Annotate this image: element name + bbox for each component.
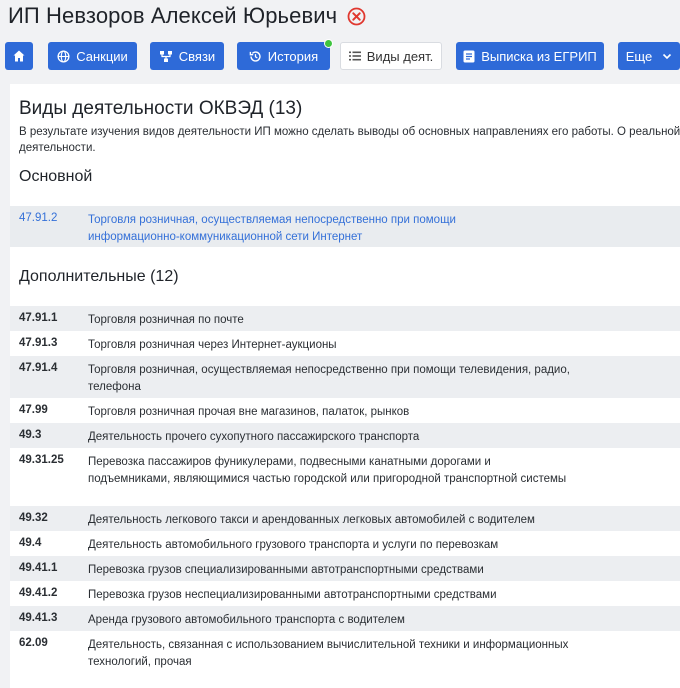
activity-code: 49.3 (19, 429, 42, 441)
activity-code: 47.91.1 (19, 312, 58, 324)
links-label: Связи (178, 48, 216, 64)
table-row: 47.91.3 Торговля розничная через Интерне… (10, 331, 680, 356)
activity-text: Торговля розничная по почте (88, 314, 244, 326)
history-button[interactable]: История (237, 39, 333, 70)
sitemap-icon (159, 50, 172, 62)
home-icon (13, 50, 25, 62)
activity-text: Перевозка грузов специализированными авт… (88, 564, 484, 576)
chevron-down-icon (663, 53, 672, 59)
history-label: История (267, 48, 319, 64)
main-activity-text[interactable]: Торговля розничная, осуществляемая непос… (88, 212, 528, 246)
activity-code: 47.91.4 (19, 362, 58, 374)
table-row: 49.31.25 Перевозка пассажиров фуникулера… (10, 448, 680, 506)
sanctions-button[interactable]: Санкции (48, 42, 137, 70)
close-icon[interactable] (347, 7, 366, 26)
activity-code: 49.4 (19, 537, 42, 549)
page-title: ИП Невзоров Алексей Юрьевич (8, 3, 338, 28)
more-dropdown[interactable]: Еще (618, 42, 680, 70)
activity-code: 49.41.2 (19, 587, 58, 599)
table-row: 49.4 Деятельность автомобильного грузово… (10, 531, 680, 556)
table-row: 62.09 Деятельность, связанная с использо… (10, 631, 680, 673)
activity-text: Деятельность, связанная с использованием… (88, 639, 569, 668)
activity-text: Перевозка пассажиров фуникулерами, подве… (88, 456, 567, 485)
links-button[interactable]: Связи (150, 42, 224, 70)
table-row: 49.41.1 Перевозка грузов специализирован… (10, 556, 680, 581)
globe-icon (57, 49, 70, 63)
main-activity-code[interactable]: 47.91.2 (19, 212, 57, 224)
extract-label: Выписка из ЕГРИП (481, 48, 597, 64)
activity-code: 49.41.1 (19, 562, 58, 574)
activity-code: 47.99 (19, 404, 48, 416)
activity-code: 49.32 (19, 512, 48, 524)
table-row: 47.91.4 Торговля розничная, осуществляем… (10, 356, 680, 398)
table-row: 47.99 Торговля розничная прочая вне мага… (10, 398, 680, 423)
activities-label: Виды деят. (366, 48, 434, 64)
main-activity-heading: Основной (19, 168, 93, 185)
table-row: 49.32 Деятельность легкового такси и аре… (10, 506, 680, 531)
activity-text: Аренда грузового автомобильного транспор… (88, 614, 405, 626)
activity-code: 49.31.25 (19, 454, 64, 466)
activity-text: Торговля розничная, осуществляемая непос… (88, 364, 570, 393)
page-header: ИП Невзоров Алексей Юрьевич (8, 2, 366, 30)
section-description: В результате изучения видов деятельности… (19, 126, 680, 154)
activity-text: Торговля розничная прочая вне магазинов,… (88, 406, 410, 418)
additional-activities-heading: Дополнительные (12) (19, 268, 179, 285)
tab-activities[interactable]: Виды деят. (340, 42, 442, 70)
activity-text: Деятельность легкового такси и арендован… (88, 514, 535, 526)
document-icon (463, 50, 475, 62)
list-icon (348, 51, 361, 61)
activity-text: Торговля розничная через Интернет-аукцио… (88, 339, 337, 351)
sanctions-label: Санкции (76, 48, 128, 64)
table-row: 49.41.3 Аренда грузового автомобильного … (10, 606, 680, 631)
notification-dot (324, 39, 333, 48)
activity-text: Деятельность прочего сухопутного пассажи… (88, 431, 420, 443)
history-icon (249, 50, 261, 62)
table-row: 47.91.1 Торговля розничная по почте (10, 306, 680, 331)
section-title: Виды деятельности ОКВЭД (13) (19, 98, 303, 119)
more-label: Еще (625, 48, 653, 64)
home-button[interactable] (5, 42, 33, 70)
activity-text: Перевозка грузов неспециализированными а… (88, 589, 497, 601)
activities-card: Виды деятельности ОКВЭД (13) В результат… (10, 84, 680, 688)
table-row: 49.41.2 Перевозка грузов неспециализиров… (10, 581, 680, 606)
table-row: 49.3 Деятельность прочего сухопутного па… (10, 423, 680, 448)
activity-code: 49.41.3 (19, 612, 58, 624)
activity-text: Деятельность автомобильного грузового тр… (88, 539, 499, 551)
extract-egrip-button[interactable]: Выписка из ЕГРИП (456, 42, 604, 70)
activity-code: 47.91.3 (19, 337, 58, 349)
toolbar: Санкции Связи История Виды деят. Выписка… (5, 39, 680, 70)
activity-code: 62.09 (19, 637, 48, 649)
main-activity-row[interactable]: 47.91.2 Торговля розничная, осуществляем… (10, 206, 680, 247)
